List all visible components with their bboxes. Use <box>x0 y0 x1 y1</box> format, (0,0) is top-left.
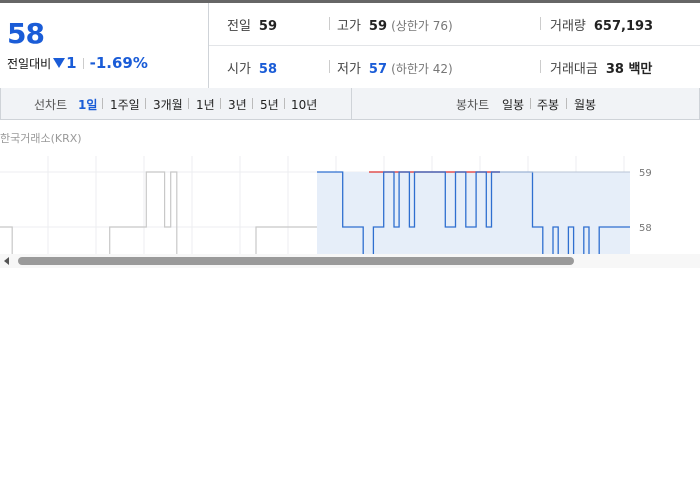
divider <box>566 98 567 109</box>
stat-prev-close: 전일 59 <box>227 15 277 34</box>
stat-low: 저가 57 (하한가 42) <box>337 58 453 77</box>
divider <box>284 98 285 109</box>
tab-3year[interactable]: 3년 <box>228 96 247 113</box>
current-price: 58 <box>7 17 45 50</box>
divider <box>329 17 330 30</box>
change-percent: -1.69% <box>89 54 148 72</box>
stat-high: 고가 59 (상한가 76) <box>337 15 453 34</box>
tab-1day[interactable]: 1일 <box>78 96 97 113</box>
stat-value: 59 <box>258 19 278 34</box>
price-chart: 595857 <box>0 148 700 254</box>
divider <box>82 57 84 69</box>
change-label: 전일대비 <box>7 56 52 71</box>
divider <box>329 60 330 73</box>
upper-limit: (상한가 76) <box>391 19 453 33</box>
divider <box>145 98 146 109</box>
tab-1week[interactable]: 1주일 <box>110 96 140 113</box>
stat-label: 저가 <box>337 62 361 77</box>
chart-svg: 595857 <box>0 156 652 254</box>
tab-1year[interactable]: 1년 <box>196 96 215 113</box>
stat-label: 고가 <box>337 19 361 34</box>
candle-chart-tabs: 봉차트 일봉 주봉 월봉 <box>352 88 699 119</box>
stat-label: 거래량 <box>550 19 586 34</box>
change-value: 1 <box>66 54 77 72</box>
stat-trade-value: 거래대금 38 백만 <box>550 58 652 77</box>
stat-value: 58 <box>258 62 278 77</box>
y-tick-label: 59 <box>639 168 652 179</box>
divider <box>540 60 541 73</box>
stat-value: 57 <box>368 62 388 77</box>
data-source: 한국거래소(KRX) <box>0 132 82 145</box>
divider <box>540 17 541 30</box>
stats-row-2: 시가 58 저가 57 (하한가 42) 거래대금 38 백만 <box>209 46 700 88</box>
scrollbar-thumb[interactable] <box>18 257 574 265</box>
lower-limit: (하한가 42) <box>391 62 453 76</box>
chart-scrollbar[interactable] <box>0 254 700 268</box>
tab-5year[interactable]: 5년 <box>260 96 279 113</box>
stat-volume: 거래량 657,193 <box>550 15 653 34</box>
stat-open: 시가 58 <box>227 58 277 77</box>
scroll-left-icon[interactable] <box>4 257 9 265</box>
price-summary: 58 전일대비 1 -1.69% 전일 59 고가 59 (상한가 76) 거래량 6… <box>0 3 700 89</box>
stat-value: 38 백만 <box>605 62 653 77</box>
divider <box>252 98 253 109</box>
stats-table: 전일 59 고가 59 (상한가 76) 거래량 657,193 시가 58 저가 57 … <box>209 3 700 88</box>
stat-value: 59 <box>368 19 388 34</box>
tab-daily-candle[interactable]: 일봉 <box>502 96 524 113</box>
candle-chart-label: 봉차트 <box>456 98 490 112</box>
change-line: 전일대비 1 -1.69% <box>7 54 148 72</box>
line-chart-label: 선차트 <box>34 98 68 112</box>
price-box: 58 전일대비 1 -1.69% <box>0 3 209 88</box>
divider <box>102 98 103 109</box>
tab-monthly-candle[interactable]: 월봉 <box>574 96 596 113</box>
tab-3month[interactable]: 3개월 <box>153 96 183 113</box>
stat-label: 전일 <box>227 19 251 34</box>
stats-row-1: 전일 59 고가 59 (상한가 76) 거래량 657,193 <box>209 3 700 46</box>
tab-10year[interactable]: 10년 <box>291 96 317 113</box>
stat-value: 657,193 <box>593 19 654 34</box>
divider <box>188 98 189 109</box>
down-triangle-icon <box>53 58 66 68</box>
tab-weekly-candle[interactable]: 주봉 <box>537 96 559 113</box>
stat-label: 거래대금 <box>550 62 598 77</box>
divider <box>220 98 221 109</box>
area-fill <box>317 172 630 254</box>
divider <box>530 98 531 109</box>
chart-tabs: 선차트 1일 1주일 3개월 1년 3년 5년 10년 봉차트 일봉 주봉 월봉 <box>0 88 700 120</box>
y-tick-label: 58 <box>639 223 652 234</box>
stat-label: 시가 <box>227 62 251 77</box>
line-chart-tabs: 선차트 1일 1주일 3개월 1년 3년 5년 10년 <box>1 88 352 119</box>
